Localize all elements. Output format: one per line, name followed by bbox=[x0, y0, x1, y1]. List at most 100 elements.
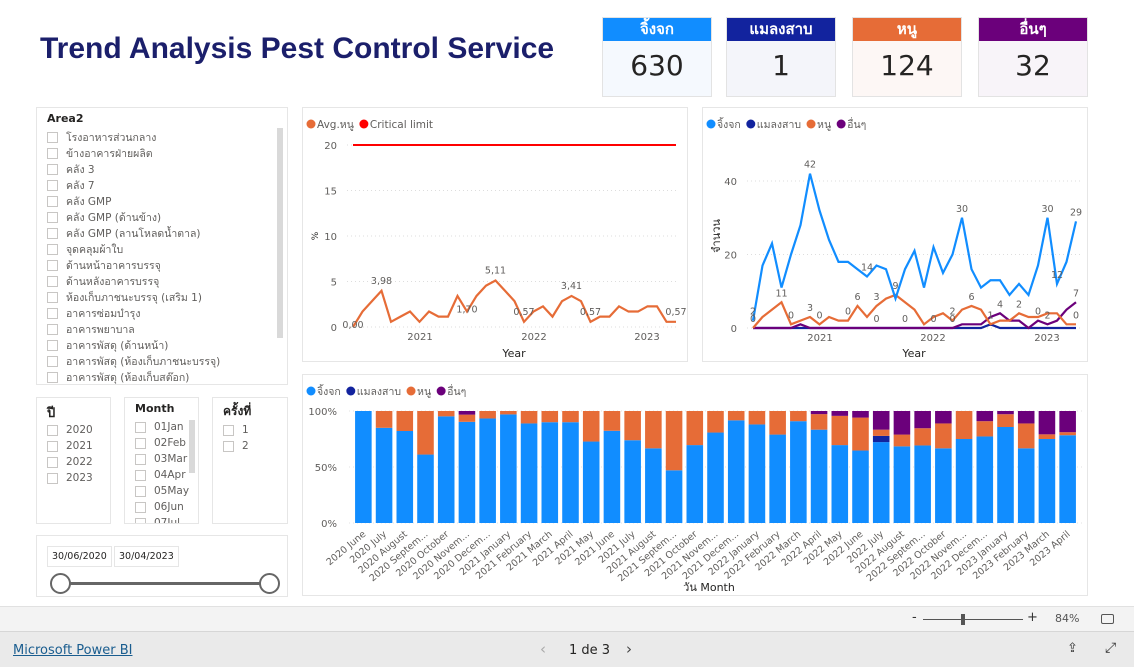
checkbox[interactable] bbox=[47, 276, 58, 287]
y-tick-label: 20 bbox=[724, 251, 737, 262]
avg-rat-line bbox=[352, 279, 676, 328]
checkbox[interactable] bbox=[223, 424, 234, 436]
prev-page-icon[interactable]: ‹ bbox=[540, 640, 546, 658]
legend-marker bbox=[306, 119, 316, 129]
checkbox[interactable] bbox=[47, 340, 58, 351]
checkbox[interactable] bbox=[47, 456, 58, 468]
round-slicer: ครั้งที่ 1 2 bbox=[212, 397, 288, 524]
data-label: 30 bbox=[1041, 204, 1053, 215]
checkbox[interactable] bbox=[47, 180, 58, 191]
slicer-option-label: 2022 bbox=[66, 456, 93, 468]
checkbox[interactable] bbox=[47, 148, 58, 159]
slicer-option[interactable]: คลัง 3 bbox=[47, 161, 95, 178]
slicer-option[interactable]: คลัง GMP (ลานโหลดน้ำตาล) bbox=[47, 225, 201, 242]
bar-segment bbox=[955, 411, 973, 439]
checkbox[interactable] bbox=[135, 421, 146, 433]
checkbox[interactable] bbox=[135, 501, 146, 513]
fit-to-page-icon[interactable] bbox=[1101, 614, 1114, 624]
zoom-slider-handle[interactable] bbox=[961, 614, 965, 625]
slicer-option[interactable]: 2022 bbox=[47, 456, 93, 468]
data-label: 0,57 bbox=[580, 307, 601, 318]
slicer-option[interactable]: 2021 bbox=[47, 440, 93, 452]
slicer-option[interactable]: ห้องเก็บภาชนะบรรจุ (เสริม 1) bbox=[47, 289, 202, 306]
checkbox[interactable] bbox=[47, 212, 58, 223]
slicer-option[interactable]: โรงอาหารส่วนกลาง bbox=[47, 129, 156, 146]
area-slicer-scrollbar[interactable] bbox=[277, 128, 283, 338]
slicer-option[interactable]: คลัง GMP bbox=[47, 193, 111, 210]
month-slicer-scrollbar[interactable] bbox=[189, 420, 195, 473]
checkbox[interactable] bbox=[47, 132, 58, 143]
zoom-slider[interactable] bbox=[923, 619, 1023, 620]
power-bi-link[interactable]: Microsoft Power BI bbox=[13, 643, 132, 658]
checkbox[interactable] bbox=[223, 440, 234, 452]
bar-segment bbox=[893, 446, 911, 523]
slicer-option[interactable]: ข้างอาคารฝ่ายผลิต bbox=[47, 145, 153, 162]
zoom-in-button[interactable]: + bbox=[1027, 610, 1038, 625]
data-label: 3,98 bbox=[371, 276, 392, 287]
checkbox[interactable] bbox=[47, 424, 58, 436]
checkbox[interactable] bbox=[47, 244, 58, 255]
checkbox[interactable] bbox=[47, 324, 58, 335]
share-icon[interactable]: ⇪ bbox=[1067, 641, 1078, 656]
next-page-icon[interactable]: › bbox=[626, 640, 632, 658]
checkbox[interactable] bbox=[135, 453, 146, 465]
kpi-card: อื่นๆ 32 bbox=[978, 17, 1088, 97]
checkbox[interactable] bbox=[47, 472, 58, 484]
checkbox[interactable] bbox=[135, 469, 146, 481]
slicer-option[interactable]: 05May bbox=[135, 485, 189, 497]
fullscreen-icon[interactable]: ⤢ bbox=[1105, 640, 1116, 656]
data-label: 5,11 bbox=[485, 265, 506, 276]
bar-segment bbox=[541, 422, 559, 523]
slicer-option[interactable]: 2023 bbox=[47, 472, 93, 484]
slicer-option[interactable]: 1 bbox=[223, 424, 249, 436]
slicer-option-label: คลัง 7 bbox=[66, 180, 95, 192]
checkbox[interactable] bbox=[47, 228, 58, 239]
checkbox[interactable] bbox=[135, 517, 146, 523]
kpi-card: แมลงสาบ 1 bbox=[726, 17, 836, 97]
checkbox[interactable] bbox=[47, 196, 58, 207]
slicer-option[interactable]: ด้านหน้าอาคารบรรจุ bbox=[47, 257, 161, 274]
bar-segment bbox=[458, 414, 476, 422]
slicer-option[interactable]: จุดคลุมผ้าใบ bbox=[47, 241, 123, 258]
checkbox[interactable] bbox=[47, 260, 58, 271]
checkbox[interactable] bbox=[47, 308, 58, 319]
slicer-option[interactable]: 02Feb bbox=[135, 437, 186, 449]
checkbox[interactable] bbox=[47, 356, 58, 367]
y-tick-label: 50% bbox=[315, 463, 337, 474]
slicer-option[interactable]: 2 bbox=[223, 440, 249, 452]
slicer-option[interactable]: 03Mar bbox=[135, 453, 187, 465]
slicer-option[interactable]: อาคารพัสดุ (ห้องเก็บภาชนะบรรจุ) bbox=[47, 353, 220, 370]
slicer-option[interactable]: ด้านหลังอาคารบรรจุ bbox=[47, 273, 159, 290]
slider-end-handle[interactable] bbox=[259, 573, 280, 594]
checkbox[interactable] bbox=[47, 440, 58, 452]
x-axis-title: Year bbox=[501, 347, 526, 360]
slicer-option[interactable]: 07Jul bbox=[135, 517, 180, 523]
slicer-option[interactable]: อาคารพัสดุ (ห้องเก็บสต๊อก) bbox=[47, 369, 189, 386]
end-date-input[interactable]: 30/04/2023 bbox=[114, 546, 179, 567]
data-label: 3 bbox=[873, 292, 879, 303]
slicer-option[interactable]: อาคารซ่อมบำรุง bbox=[47, 305, 140, 322]
x-axis-title: วัน Month bbox=[683, 581, 735, 594]
slicer-option[interactable]: คลัง 7 bbox=[47, 177, 95, 194]
slicer-option[interactable]: 01Jan bbox=[135, 421, 184, 433]
slicer-option[interactable]: 2020 bbox=[47, 424, 93, 436]
kpi-value: 32 bbox=[1015, 49, 1051, 82]
bar-segment bbox=[582, 441, 600, 523]
slicer-option[interactable]: อาคารพัสดุ (ด้านหน้า) bbox=[47, 337, 168, 354]
checkbox[interactable] bbox=[135, 437, 146, 449]
start-date-input[interactable]: 30/06/2020 bbox=[47, 546, 112, 567]
year-slicer: ปี 2020 2021 2022 2023 bbox=[36, 397, 111, 524]
checkbox[interactable] bbox=[47, 372, 58, 383]
pest-count-line-chart: จิ้งจก แมลงสาบ หนู อื่นๆ 0 20 40 2021 2022 2023 Ye… bbox=[702, 107, 1088, 362]
checkbox[interactable] bbox=[135, 485, 146, 497]
checkbox[interactable] bbox=[47, 292, 58, 303]
slider-start-handle[interactable] bbox=[50, 573, 71, 594]
x-tick-label: 2023 bbox=[1034, 333, 1059, 344]
slicer-option[interactable]: คลัง GMP (ด้านข้าง) bbox=[47, 209, 161, 226]
slicer-option[interactable]: 04Apr bbox=[135, 469, 186, 481]
slicer-option[interactable]: อาคารพยาบาล bbox=[47, 321, 135, 338]
checkbox[interactable] bbox=[47, 164, 58, 175]
slicer-option[interactable]: 06Jun bbox=[135, 501, 184, 513]
bar-segment bbox=[396, 431, 414, 523]
zoom-out-button[interactable]: - bbox=[912, 610, 917, 625]
